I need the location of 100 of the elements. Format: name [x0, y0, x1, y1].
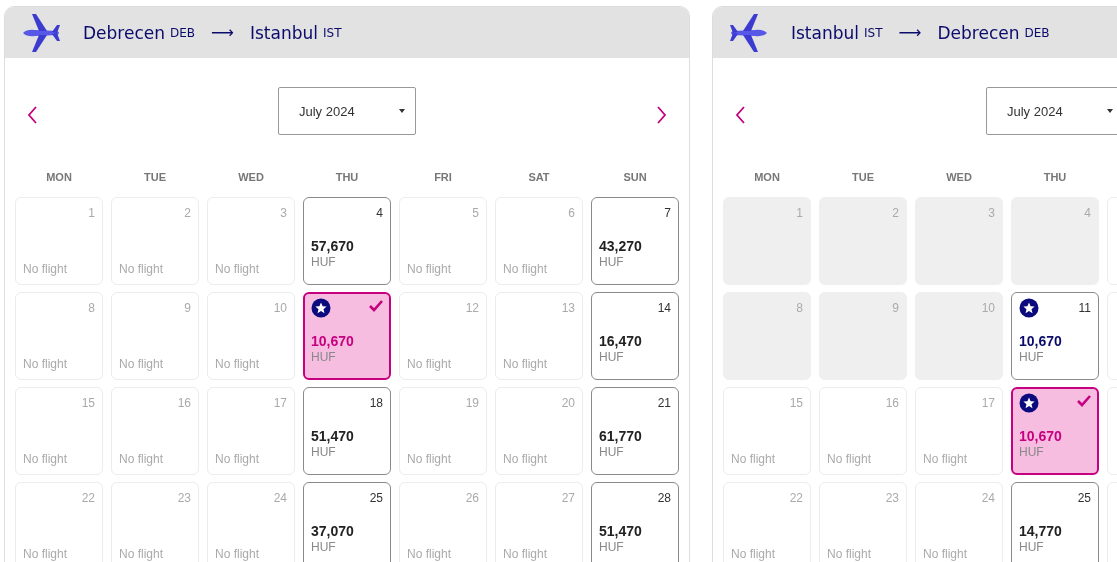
currency-label: HUF	[311, 255, 337, 269]
fare-price: 10,670	[1019, 428, 1063, 444]
no-flight-label: No flight	[407, 547, 453, 561]
currency-label: HUF	[599, 445, 625, 459]
origin-city: Istanbul	[791, 22, 860, 43]
day-number: 28	[657, 491, 671, 505]
day-number: 23	[885, 491, 899, 505]
day-number: 16	[885, 396, 899, 410]
day-number: 26	[465, 491, 479, 505]
no-flight-label: No flight	[119, 547, 165, 561]
caret-icon	[399, 109, 405, 113]
no-flight-label: No flight	[827, 547, 873, 561]
weekday-label: TUE	[852, 171, 874, 185]
weekday-label: THU	[1043, 171, 1067, 185]
no-flight-label: No flight	[731, 452, 777, 466]
destination-city: Istanbul	[250, 22, 319, 43]
day-number: 6	[568, 206, 575, 220]
currency-label: HUF	[1019, 445, 1045, 459]
day-number: 2	[184, 206, 191, 220]
no-flight-label: No flight	[23, 262, 69, 276]
no-flight-label: No flight	[215, 357, 261, 371]
day-number: 17	[981, 396, 995, 410]
fare-price: 10,670	[1019, 333, 1063, 349]
fare-cell[interactable]: 11 10,670 HUF	[1011, 292, 1099, 380]
no-flight-label: No flight	[23, 357, 69, 371]
day-number: 18	[369, 396, 383, 410]
day-number: 15	[789, 396, 803, 410]
fare-cell[interactable]: 21 61,770 HUF	[591, 387, 679, 475]
fare-price: 16,470	[599, 333, 643, 349]
fare-cell[interactable]: 25 14,770 HUF	[1011, 482, 1099, 562]
day-number: 25	[1077, 491, 1091, 505]
day-number: 15	[81, 396, 95, 410]
no-flight-label: No flight	[503, 452, 549, 466]
no-flight-label: No flight	[119, 452, 165, 466]
weekday-label: SUN	[623, 171, 647, 185]
fare-price: 10,670	[311, 333, 355, 349]
day-number: 27	[561, 491, 575, 505]
origin-code: DEB	[170, 25, 196, 40]
day-number: 4	[1084, 206, 1091, 220]
weekday-label: THU	[335, 171, 359, 185]
no-flight-label: No flight	[407, 357, 453, 371]
day-number: 22	[81, 491, 95, 505]
no-flight-label: No flight	[503, 357, 549, 371]
destination-code: DEB	[1024, 25, 1050, 40]
no-flight-label: No flight	[23, 452, 69, 466]
fare-cell[interactable]: 25 37,070 HUF	[303, 482, 391, 562]
fare-price: 51,470	[599, 523, 643, 539]
weekday-label: WED	[238, 171, 264, 185]
day-number: 17	[273, 396, 287, 410]
fare-cell[interactable]: 4 57,670 HUF	[303, 197, 391, 285]
day-number: 4	[376, 206, 383, 220]
weekday-label: WED	[946, 171, 972, 185]
day-number: 9	[892, 301, 899, 315]
currency-label: HUF	[599, 540, 625, 554]
currency-label: HUF	[311, 350, 337, 364]
day-number: 21	[657, 396, 671, 410]
day-number: 7	[664, 206, 671, 220]
checkmark-icon	[369, 300, 383, 312]
day-number: 3	[280, 206, 287, 220]
no-flight-label: No flight	[923, 547, 969, 561]
destination-code: IST	[323, 25, 342, 40]
day-number: 11	[1078, 301, 1091, 315]
day-number: 8	[88, 301, 95, 315]
fare-cell[interactable]: 14 16,470 HUF	[591, 292, 679, 380]
day-number: 23	[177, 491, 191, 505]
currency-label: HUF	[599, 350, 625, 364]
month-dropdown[interactable]: July 2024	[986, 87, 1117, 135]
day-number: 1	[796, 206, 803, 220]
no-flight-label: No flight	[215, 547, 261, 561]
day-number: 19	[465, 396, 479, 410]
day-number: 12	[465, 301, 479, 315]
no-flight-label: No flight	[731, 547, 777, 561]
weekday-label: SAT	[528, 171, 550, 185]
no-flight-label: No flight	[215, 262, 261, 276]
fare-price: 37,070	[311, 523, 355, 539]
day-number: 5	[472, 206, 479, 220]
fare-cell[interactable]: 28 51,470 HUF	[591, 482, 679, 562]
weekday-label: MON	[46, 171, 72, 185]
caret-icon	[1107, 109, 1113, 113]
checkmark-icon	[1077, 395, 1091, 407]
month-dropdown[interactable]: July 2024	[278, 87, 416, 135]
fare-price: 43,270	[599, 238, 643, 254]
fare-cell[interactable]: 10,670 HUF	[303, 292, 391, 380]
route-arrow: ⟶	[211, 23, 234, 42]
day-number: 2	[892, 206, 899, 220]
fare-cell[interactable]: 7 43,270 HUF	[591, 197, 679, 285]
route-arrow: ⟶	[898, 23, 922, 42]
fare-cell[interactable]: 18 51,470 HUF	[303, 387, 391, 475]
fare-price: 51,470	[311, 428, 355, 444]
day-number: 1	[88, 206, 95, 220]
no-flight-label: No flight	[827, 452, 873, 466]
no-flight-label: No flight	[503, 262, 549, 276]
fare-cell[interactable]: 10,670 HUF	[1011, 387, 1099, 475]
currency-label: HUF	[311, 540, 337, 554]
no-flight-label: No flight	[215, 452, 261, 466]
day-number: 14	[657, 301, 671, 315]
day-number: 8	[796, 301, 803, 315]
day-number: 24	[273, 491, 287, 505]
no-flight-label: No flight	[923, 452, 969, 466]
day-number: 3	[988, 206, 995, 220]
